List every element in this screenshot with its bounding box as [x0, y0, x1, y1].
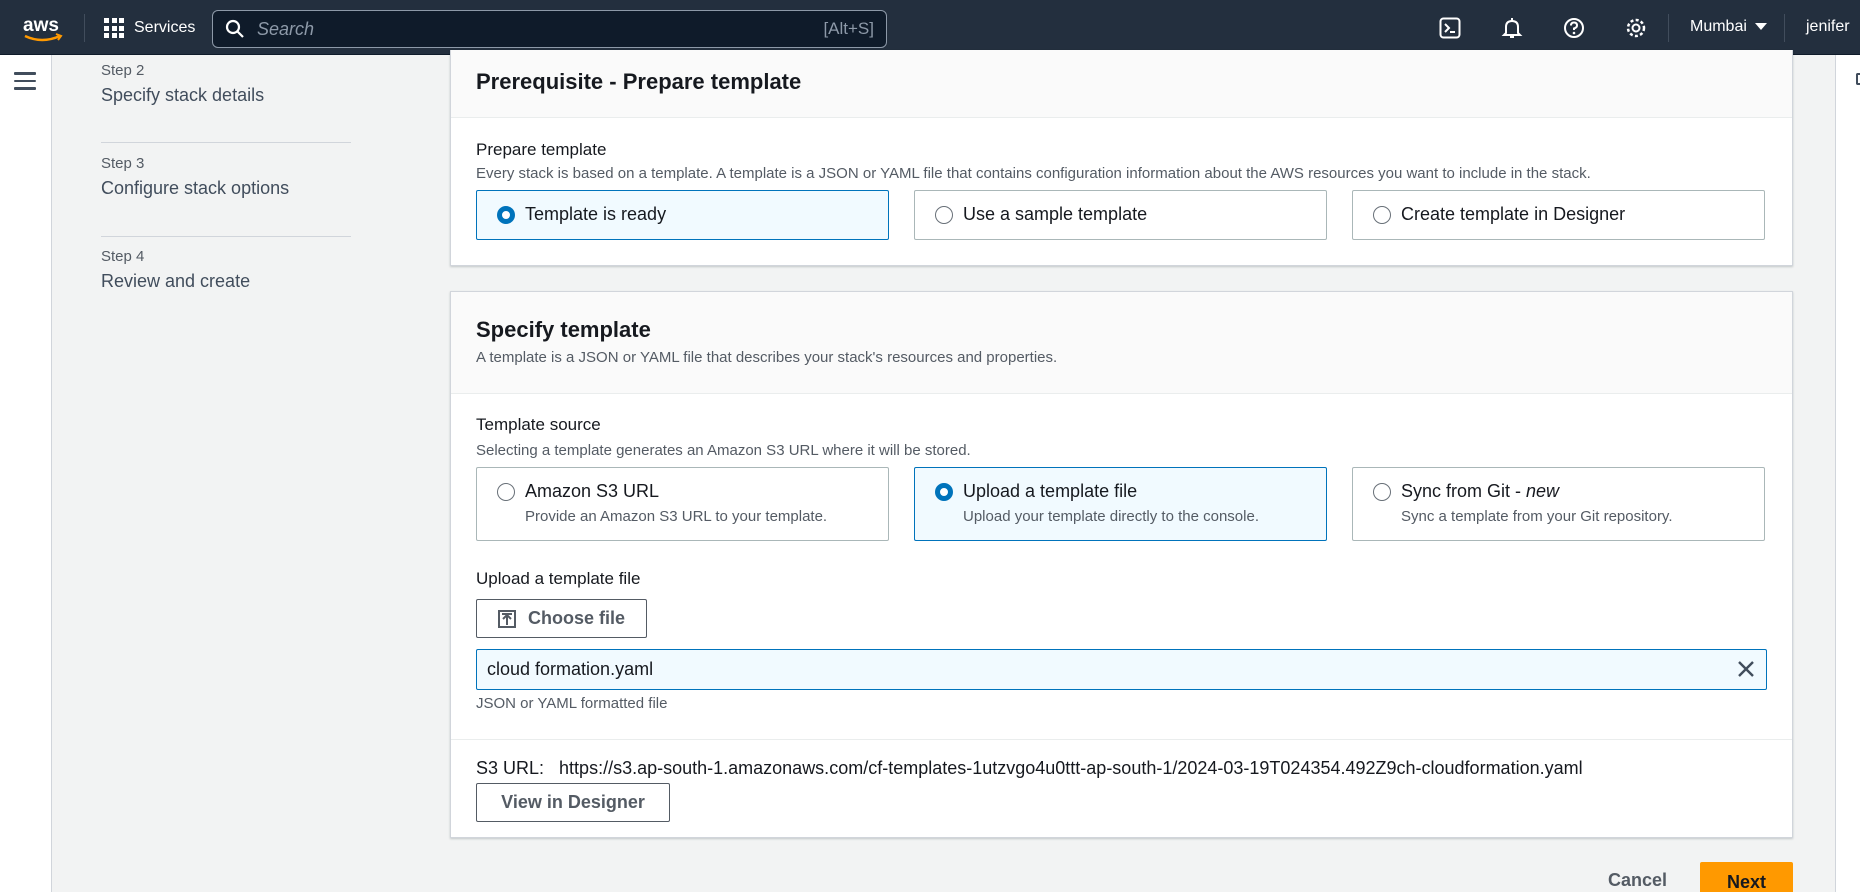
grid-icon	[104, 18, 124, 38]
option-label: Create template in Designer	[1401, 204, 1626, 224]
upload-icon	[497, 609, 516, 628]
panel-header: Prerequisite - Prepare template	[451, 50, 1792, 118]
prerequisite-panel: Prerequisite - Prepare template Prepare …	[450, 50, 1793, 266]
option-description: Provide an Amazon S3 URL to your templat…	[525, 508, 828, 525]
side-navigation-rail	[0, 55, 52, 892]
step-title: Configure stack options	[101, 178, 290, 198]
view-in-designer-label: View in Designer	[501, 792, 645, 812]
radio-unselected-icon[interactable]	[497, 483, 515, 501]
caret-down-icon	[1754, 23, 1767, 30]
template-source-options: Amazon S3 URL Provide an Amazon S3 URL t…	[476, 467, 1765, 541]
selected-file-field[interactable]: cloud formation.yaml	[476, 649, 1767, 690]
svg-text:aws: aws	[23, 15, 59, 36]
search-placeholder: Search	[257, 18, 315, 39]
step-title: Review and create	[101, 271, 251, 291]
search-icon	[225, 19, 244, 38]
section-divider	[451, 739, 1792, 740]
choose-file-button[interactable]: Choose file	[476, 599, 647, 638]
close-icon[interactable]	[1736, 659, 1756, 679]
option-upload-template-file[interactable]: Upload a template file Upload your templ…	[914, 467, 1327, 541]
help-icon[interactable]	[1562, 16, 1586, 40]
specify-template-panel: Specify template A template is a JSON or…	[450, 291, 1793, 838]
radio-selected-icon[interactable]	[497, 206, 515, 224]
choose-file-label: Choose file	[527, 608, 625, 628]
next-button[interactable]: Next	[1700, 862, 1793, 892]
prepare-template-label: Prepare template	[476, 140, 607, 159]
panel-title: Prerequisite - Prepare template	[476, 69, 802, 94]
hamburger-menu-icon[interactable]	[14, 72, 36, 90]
right-help-rail	[1835, 55, 1860, 892]
step-number: Step 2	[101, 62, 145, 79]
account-menu[interactable]: jenifer	[1806, 18, 1850, 36]
s3-url-value: https://s3.ap-south-1.amazonaws.com/cf-t…	[559, 758, 1583, 778]
settings-gear-icon[interactable]	[1624, 16, 1648, 40]
file-name: cloud formation.yaml	[487, 659, 654, 679]
option-amazon-s3-url[interactable]: Amazon S3 URL Provide an Amazon S3 URL t…	[476, 467, 889, 541]
option-sync-from-git[interactable]: Sync from Git - new Sync a template from…	[1352, 467, 1765, 541]
upload-file-label: Upload a template file	[476, 569, 641, 588]
prepare-template-options: Template is ready Use a sample template …	[476, 190, 1765, 240]
nav-divider	[1668, 14, 1669, 42]
aws-logo-icon[interactable]: aws	[22, 14, 64, 44]
search-input[interactable]: Search [Alt+S]	[212, 10, 887, 48]
nav-divider	[1784, 14, 1785, 42]
services-label: Services	[134, 19, 196, 36]
cloudshell-icon[interactable]	[1438, 16, 1462, 40]
notifications-bell-icon[interactable]	[1500, 16, 1524, 40]
services-menu-button[interactable]: Services	[104, 15, 195, 41]
template-source-description: Selecting a template generates an Amazon…	[476, 442, 971, 459]
option-label: Amazon S3 URL	[525, 481, 660, 501]
option-use-sample-template[interactable]: Use a sample template	[914, 190, 1327, 240]
top-navigation-bar: aws Services Search [Alt+S] Mumbai jenif…	[0, 0, 1860, 55]
panel-header: Specify template A template is a JSON or…	[451, 292, 1792, 394]
region-label: Mumbai	[1690, 18, 1747, 35]
s3-url-label: S3 URL:	[476, 758, 545, 778]
option-template-is-ready[interactable]: Template is ready	[476, 190, 889, 240]
option-label: Template is ready	[525, 204, 667, 224]
panel-toggle-icon[interactable]	[1856, 73, 1860, 85]
new-badge: new	[1526, 481, 1560, 501]
prepare-template-description: Every stack is based on a template. A te…	[476, 165, 1591, 182]
nav-divider	[84, 14, 85, 42]
template-source-label: Template source	[476, 415, 601, 434]
region-selector[interactable]: Mumbai	[1690, 18, 1767, 36]
radio-unselected-icon[interactable]	[935, 206, 953, 224]
step-number: Step 3	[101, 155, 145, 172]
option-label-text: Sync from Git -	[1401, 481, 1527, 501]
step-number: Step 4	[101, 248, 145, 265]
option-label: Sync from Git - new	[1401, 481, 1559, 502]
panel-title: Specify template	[476, 317, 651, 342]
step-title: Specify stack details	[101, 85, 265, 105]
option-create-in-designer[interactable]: Create template in Designer	[1352, 190, 1765, 240]
radio-unselected-icon[interactable]	[1373, 206, 1391, 224]
radio-selected-icon[interactable]	[935, 483, 953, 501]
option-description: Upload your template directly to the con…	[963, 508, 1259, 525]
wizard-step-3[interactable]: Step 3 Configure stack options	[101, 155, 351, 237]
s3-url-row: S3 URL: https://s3.ap-south-1.amazonaws.…	[476, 758, 1583, 779]
option-description: Sync a template from your Git repository…	[1401, 508, 1673, 525]
user-name: jenifer	[1806, 18, 1850, 35]
wizard-step-4[interactable]: Step 4 Review and create	[101, 248, 351, 308]
cancel-button[interactable]: Cancel	[1608, 870, 1667, 891]
file-format-hint: JSON or YAML formatted file	[476, 695, 668, 712]
wizard-step-2[interactable]: Step 2 Specify stack details	[101, 62, 351, 143]
option-label: Use a sample template	[963, 204, 1148, 224]
panel-description: A template is a JSON or YAML file that d…	[476, 349, 1058, 366]
search-shortcut-hint: [Alt+S]	[823, 19, 874, 38]
view-in-designer-button[interactable]: View in Designer	[476, 783, 670, 822]
radio-unselected-icon[interactable]	[1373, 483, 1391, 501]
option-label: Upload a template file	[963, 481, 1138, 501]
